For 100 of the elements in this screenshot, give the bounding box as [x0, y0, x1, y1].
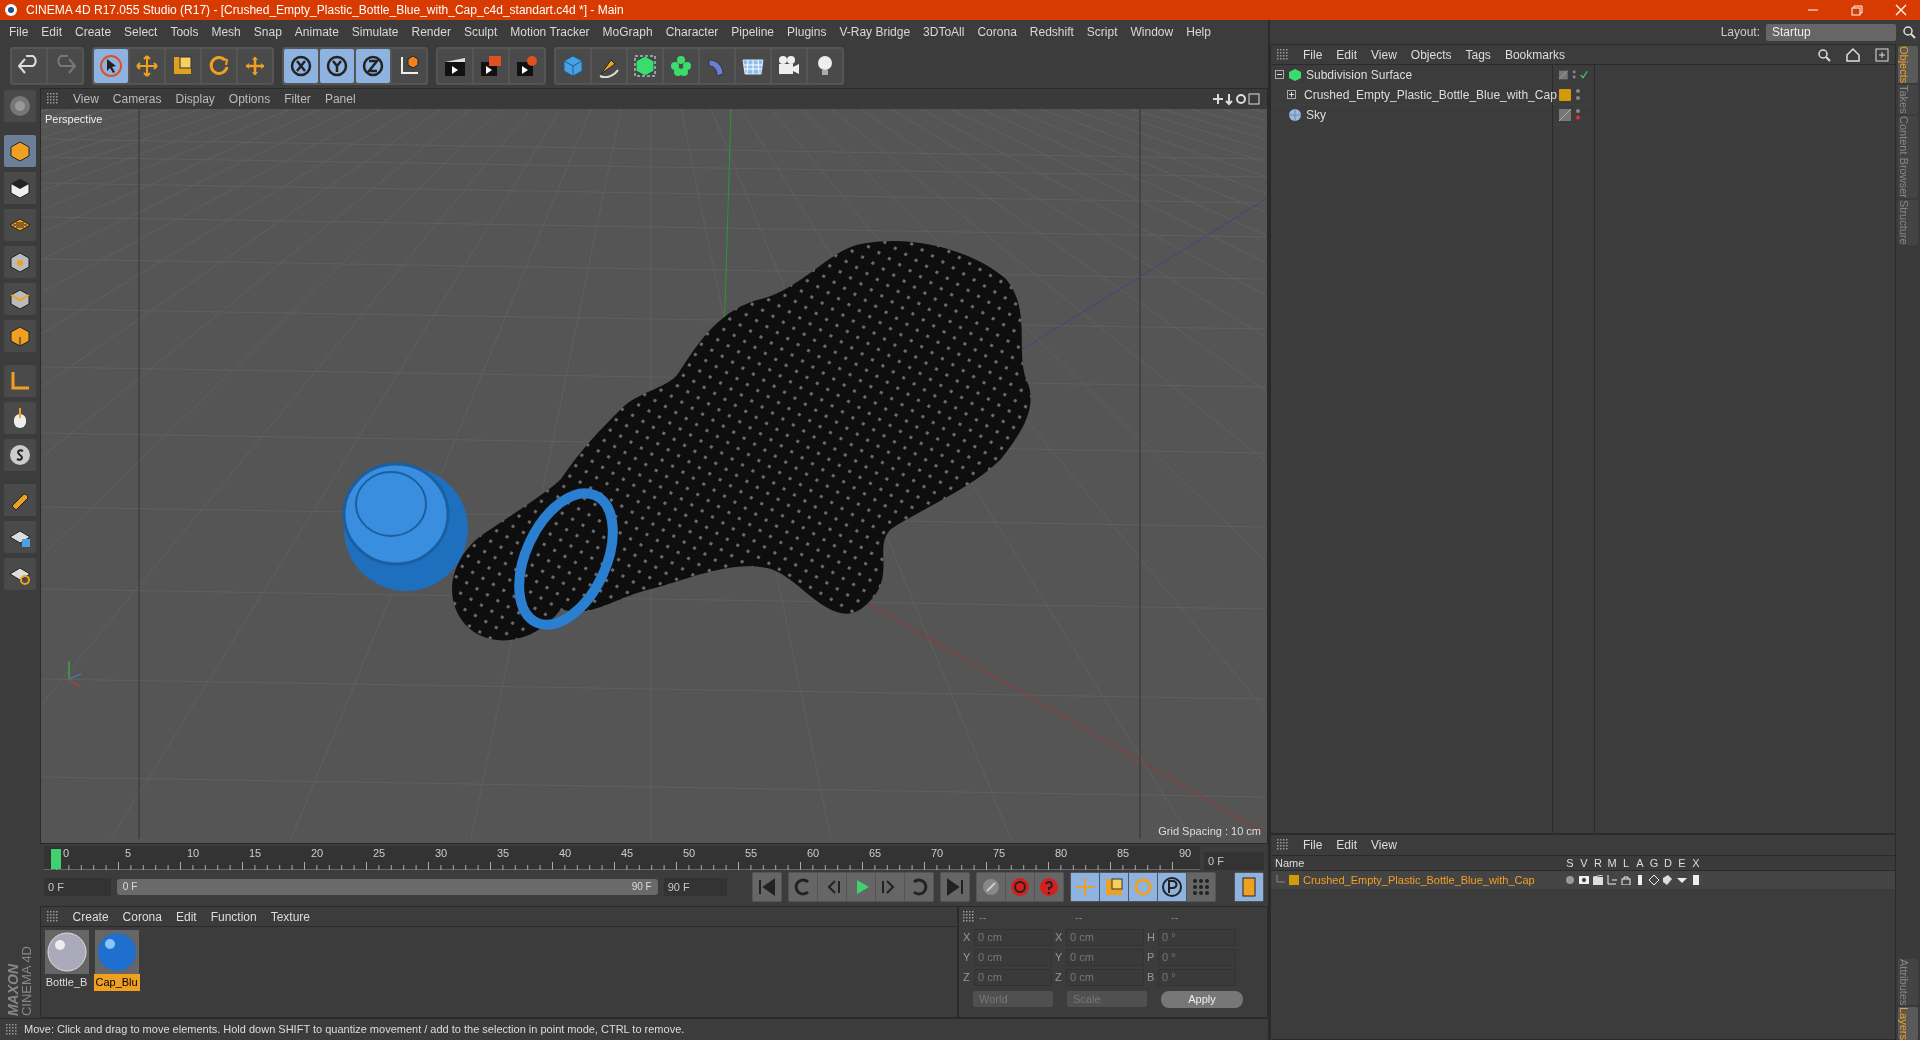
logo-text: CINEMA 4D	[19, 945, 34, 1016]
range-slider[interactable]: 0 F 90 F	[116, 879, 658, 895]
frame-number: 25	[373, 846, 386, 860]
axis-label: Y	[1055, 949, 1063, 965]
frame-number: 45	[621, 846, 634, 860]
object-menu-item[interactable]: View	[1371, 45, 1397, 64]
end-frame-field[interactable]: 90 F	[663, 878, 727, 896]
menu-item[interactable]: MoGraph	[602, 23, 653, 41]
material-name: Bottle_B	[44, 975, 89, 990]
grid-spacing-label: Grid Spacing : 10 cm	[1158, 823, 1261, 839]
status-message: Move: Click and drag to move elements. Hold down SHIFT to quantize movement / add to the selection in point mode, CTRL to remove.	[24, 1022, 685, 1038]
layer-menu-item[interactable]: View	[1371, 836, 1397, 854]
layout-label: Layout:	[1720, 24, 1760, 41]
menu-item[interactable]: Plugins	[787, 23, 827, 41]
menu-item[interactable]: Snap	[253, 23, 282, 41]
frame-number: 65	[869, 846, 882, 860]
layer-menu-item[interactable]: File	[1303, 836, 1323, 854]
object-menu-item[interactable]: Edit	[1336, 45, 1358, 64]
current-frame-field[interactable]: 0 F	[1204, 852, 1264, 870]
menu-item[interactable]: Redshift	[1029, 23, 1074, 41]
menu-item[interactable]: Pipeline	[731, 23, 775, 41]
material-menu-item[interactable]: Edit	[175, 907, 197, 926]
column-header[interactable]: V	[1577, 854, 1591, 872]
column-header[interactable]: R	[1591, 854, 1605, 872]
viewport-menu-item[interactable]: Panel	[324, 90, 356, 108]
viewport-menu-item[interactable]: Display	[175, 90, 215, 108]
column-header[interactable]: A	[1633, 854, 1647, 872]
column-header[interactable]: Name	[1275, 854, 1563, 872]
object-menu-item[interactable]: Tags	[1465, 45, 1491, 64]
object-menu-item[interactable]: File	[1303, 45, 1323, 64]
viewport-menu-item[interactable]: Options	[228, 90, 271, 108]
menu-item[interactable]: Character	[665, 23, 719, 41]
logo-text: MAXON	[5, 962, 20, 1016]
axis-label: X	[1055, 929, 1063, 945]
menu-item[interactable]: Mesh	[211, 23, 241, 41]
layer-menu-item[interactable]: Edit	[1336, 836, 1358, 854]
menu-item[interactable]: Animate	[294, 23, 339, 41]
frame-number: 40	[559, 846, 572, 860]
layout-dropdown[interactable]: Startup	[1766, 23, 1896, 41]
material-swatch[interactable]: Bottle_B	[43, 930, 90, 991]
range-start-label: 0 F	[122, 880, 138, 894]
menu-item[interactable]: Corona	[977, 23, 1017, 41]
column-header[interactable]: X	[1689, 854, 1703, 872]
menu-item[interactable]: Motion Tracker	[510, 23, 590, 41]
frame-number: 50	[683, 846, 696, 860]
material-menu-item[interactable]: Function	[210, 907, 257, 926]
material-menu-item[interactable]: Corona	[122, 907, 162, 926]
column-header[interactable]: S	[1563, 854, 1577, 872]
frame-number: 85	[1117, 846, 1130, 860]
object-menu-item[interactable]: Bookmarks	[1504, 45, 1565, 64]
material-swatch[interactable]: Cap_Blu	[93, 930, 140, 991]
frame-number: 5	[125, 846, 132, 860]
frame-number: 75	[993, 846, 1006, 860]
axis-label: Z	[963, 969, 971, 985]
column-header[interactable]: D	[1661, 854, 1675, 872]
column-header[interactable]: G	[1647, 854, 1661, 872]
menu-item[interactable]: Select	[124, 23, 158, 41]
camera-label: Perspective	[45, 112, 103, 127]
viewport-menu-item[interactable]: Cameras	[112, 90, 162, 108]
frame-number: 15	[249, 846, 262, 860]
frame-number: 80	[1055, 846, 1068, 860]
menu-item[interactable]: Simulate	[351, 23, 399, 41]
viewport-menu-item[interactable]: View	[73, 90, 99, 108]
menu-item[interactable]: Render	[411, 23, 451, 41]
frame-number: 30	[435, 846, 448, 860]
frame-number: 20	[311, 846, 324, 860]
material-menu-item[interactable]: Create	[72, 907, 109, 926]
menu-item[interactable]: Window	[1130, 23, 1174, 41]
menu-item[interactable]: Sculpt	[463, 23, 498, 41]
start-frame-field[interactable]: 0 F	[44, 878, 111, 896]
object-menu-item[interactable]: Objects	[1410, 45, 1452, 64]
frame-number: 55	[745, 846, 758, 860]
menu-item[interactable]: Tools	[170, 23, 199, 41]
column-header[interactable]: L	[1619, 854, 1633, 872]
menu-item[interactable]: 3DToAll	[923, 23, 965, 41]
column-header[interactable]: E	[1675, 854, 1689, 872]
menu-item[interactable]: File	[9, 23, 29, 41]
menu-item[interactable]: Create	[75, 23, 112, 41]
viewport-menu-item[interactable]: Filter	[284, 90, 311, 108]
menu-item[interactable]: Help	[1186, 23, 1211, 41]
timeline-ruler[interactable]: 0 5 10 15 20 25 30 35 40 45 50 55 60 65 70 75 80 85 90	[44, 846, 1200, 870]
menu-item[interactable]: V-Ray Bridge	[839, 23, 911, 41]
column-header[interactable]: M	[1605, 854, 1619, 872]
material-name: Cap_Blu	[93, 974, 140, 991]
axis-label: H	[1147, 929, 1155, 945]
window-title: CINEMA 4D R17.055 Studio (R17) - [Crushed_Empty_Plastic_Bottle_Blue_with_Cap_c4d_standart.c4d *] - Main	[26, 2, 625, 19]
apply-button[interactable]: Apply	[1161, 990, 1243, 1008]
object-name[interactable]: Sky	[1306, 105, 1326, 124]
menu-item[interactable]: Edit	[41, 23, 63, 41]
axis-label: X	[963, 929, 971, 945]
column-header: --	[979, 909, 988, 925]
axis-label: Z	[1055, 969, 1063, 985]
axis-label: B	[1147, 969, 1155, 985]
object-name[interactable]: Crushed_Empty_Plastic_Bottle_Blue_with_Cap	[1304, 85, 1557, 104]
object-name[interactable]: Subdivision Surface	[1306, 65, 1413, 84]
material-menu-item[interactable]: Texture	[270, 907, 311, 926]
frame-number: 10	[187, 846, 200, 860]
frame-number: 0	[63, 846, 70, 860]
frame-number: 90	[1179, 846, 1192, 860]
menu-item[interactable]: Script	[1086, 23, 1118, 41]
